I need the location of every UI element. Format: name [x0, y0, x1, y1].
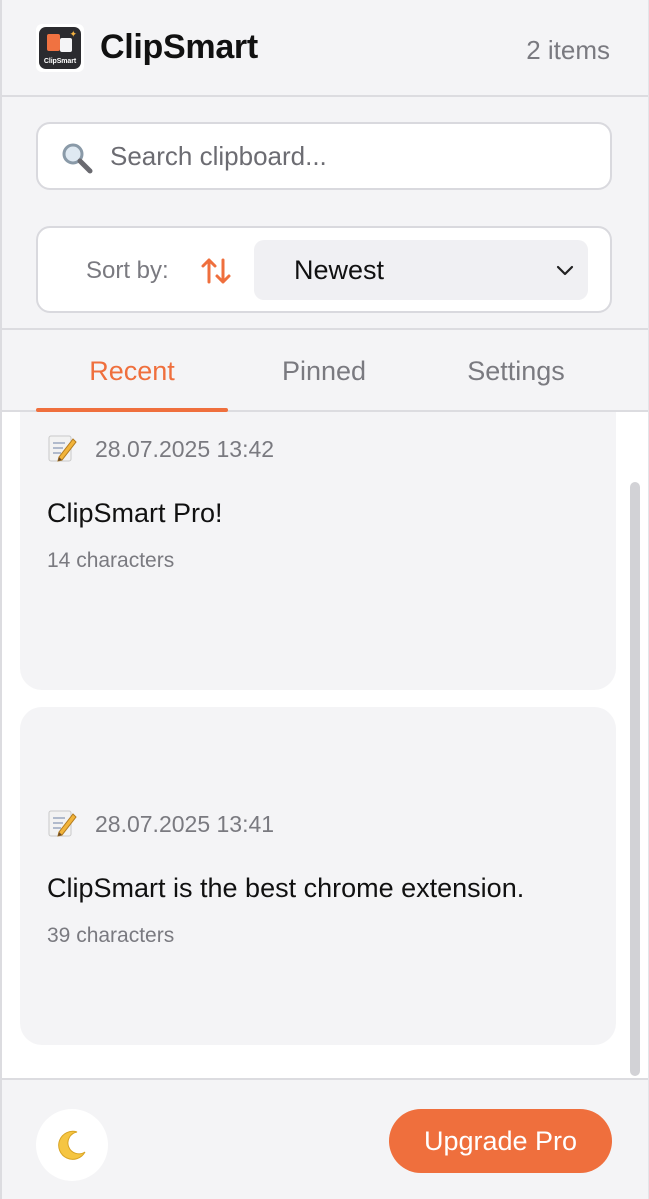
item-timestamp: 28.07.2025 13:41 — [95, 811, 275, 837]
logo-text: ClipSmart — [43, 58, 77, 65]
tab-bar: Recent Pinned Settings — [2, 328, 648, 412]
clipsmart-popup: ✦ ClipSmart ClipSmart 2 items Sort by: N… — [0, 0, 649, 1199]
memo-icon — [48, 435, 77, 462]
item-char-count: 14 characters — [47, 549, 175, 572]
search-box[interactable] — [36, 122, 612, 190]
item-timestamp: 28.07.2025 13:42 — [95, 436, 275, 462]
app-title: ClipSmart — [100, 28, 258, 66]
tab-recent[interactable]: Recent — [36, 356, 228, 387]
theme-toggle-button[interactable] — [36, 1109, 108, 1181]
search-icon — [62, 143, 93, 174]
sort-select[interactable]: Newest — [254, 240, 588, 300]
sort-selected-value: Newest — [294, 255, 385, 285]
sort-label: Sort by: — [86, 257, 169, 284]
list-item[interactable]: 28.07.2025 13:42 ClipSmart Pro! 14 chara… — [20, 412, 616, 690]
app-logo: ✦ ClipSmart — [36, 24, 84, 72]
upgrade-pro-button[interactable]: Upgrade Pro — [389, 1109, 612, 1173]
memo-icon — [48, 810, 77, 837]
footer: Upgrade Pro — [2, 1078, 648, 1199]
item-text: ClipSmart Pro! — [47, 498, 223, 528]
sort-panel: Sort by: Newest — [36, 226, 612, 313]
list-item[interactable]: 28.07.2025 13:41 ClipSmart is the best c… — [20, 707, 616, 1045]
clipboard-list: 28.07.2025 13:42 ClipSmart Pro! 14 chara… — [2, 412, 648, 1078]
item-count: 2 items — [526, 35, 610, 65]
moon-icon — [58, 1130, 86, 1160]
sort-arrows-icon[interactable] — [199, 254, 233, 288]
search-input[interactable] — [110, 124, 590, 188]
tab-settings[interactable]: Settings — [420, 356, 612, 387]
header: ✦ ClipSmart ClipSmart 2 items — [2, 0, 648, 97]
scrollbar[interactable] — [630, 482, 640, 1076]
chevron-down-icon — [556, 265, 574, 276]
item-char-count: 39 characters — [47, 924, 175, 947]
item-text: ClipSmart is the best chrome extension. — [47, 873, 525, 903]
tab-pinned[interactable]: Pinned — [228, 356, 420, 387]
